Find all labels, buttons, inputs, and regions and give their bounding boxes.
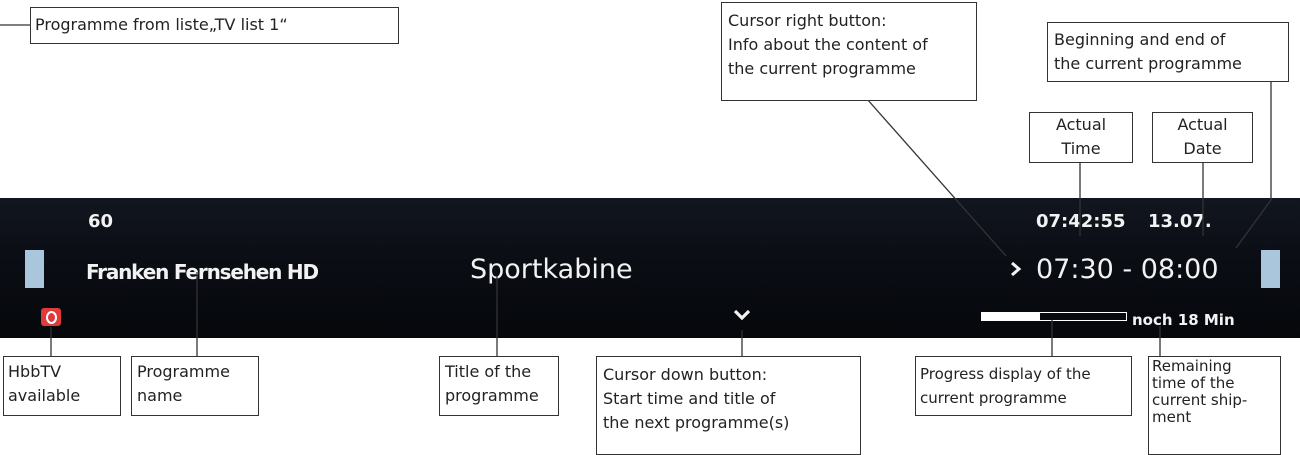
current-time: 07:42:55 xyxy=(1036,211,1126,232)
callout-begin-end: Beginning and end of the current program… xyxy=(1047,22,1289,82)
programme-time-range: 07:30 - 08:00 xyxy=(1036,254,1219,285)
callout-hbbtv: HbbTV available xyxy=(3,356,121,416)
callout-list-source: Programme from liste„TV list 1“ xyxy=(30,7,399,44)
callout-actual-date: Actual Date xyxy=(1152,112,1253,163)
channel-name: Franken Fernsehen HD xyxy=(86,260,319,284)
chevron-down-icon[interactable] xyxy=(733,309,751,321)
callout-actual-time: Actual Time xyxy=(1029,112,1133,163)
left-side-tab xyxy=(25,250,44,288)
current-date: 13.07. xyxy=(1148,211,1212,232)
callout-programme-name: Programme name xyxy=(131,356,259,416)
callout-cursor-down: Cursor down button: Start time and title… xyxy=(596,356,861,455)
hbbtv-icon xyxy=(41,308,61,326)
callout-progress: Progress display of the current programm… xyxy=(915,356,1132,416)
remaining-time: noch 18 Min xyxy=(1132,311,1235,329)
right-side-tab xyxy=(1261,250,1280,288)
programme-title: Sportkabine xyxy=(470,254,633,285)
progress-bar-fill xyxy=(982,313,1040,320)
progress-bar xyxy=(981,312,1127,321)
callout-cursor-right: Cursor right button: Info about the cont… xyxy=(721,2,977,101)
tv-infobar: 60 Franken Fernsehen HD Sportkabine 07:4… xyxy=(0,198,1300,338)
callout-remaining-time: Remaining time of the current ship- ment xyxy=(1148,356,1281,455)
callout-title: Title of the programme xyxy=(439,356,559,416)
chevron-right-icon[interactable] xyxy=(1010,261,1022,277)
channel-number: 60 xyxy=(88,211,114,232)
